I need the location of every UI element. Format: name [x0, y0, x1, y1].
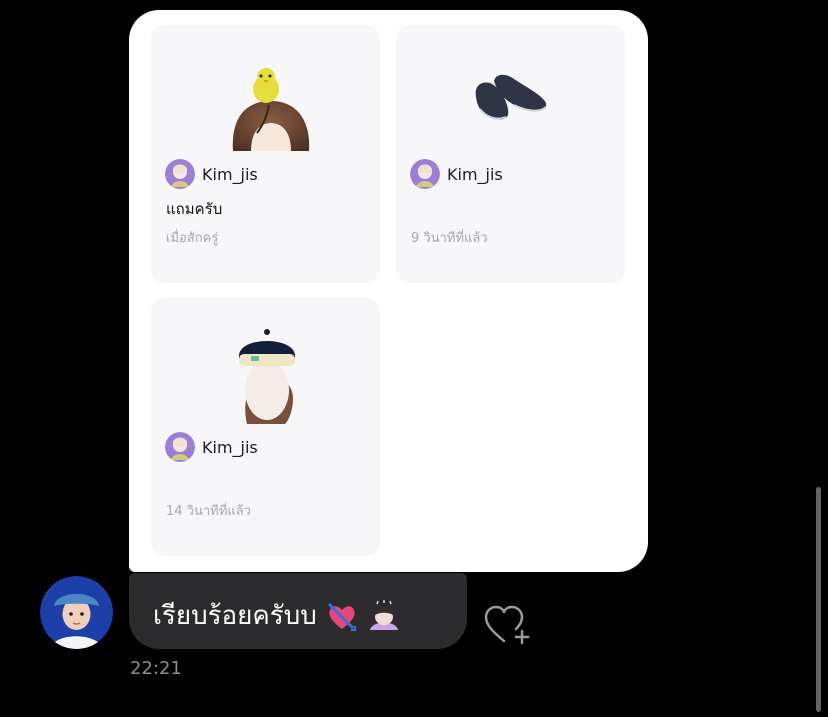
item-timestamp: 9 วินาทีที่แล้ว: [411, 231, 488, 246]
shared-items-panel: Kim_jis แถมครับ เมื่อสักครู่ Kim_jis 9 ว…: [129, 10, 648, 572]
item-caption: แถมครับ: [166, 200, 223, 218]
shoes-icon: [475, 74, 547, 120]
author-avatar[interactable]: [165, 432, 195, 462]
heart-arrow-icon: [327, 602, 357, 631]
cap-headband-icon: [239, 329, 295, 424]
message-text: เรียบร้อยครับบ: [153, 601, 317, 631]
author-name[interactable]: Kim_jis: [447, 165, 503, 184]
author-name[interactable]: Kim_jis: [202, 165, 258, 184]
item-card[interactable]: Kim_jis 14 วินาทีที่แล้ว: [151, 298, 380, 556]
item-timestamp: 14 วินาทีที่แล้ว: [166, 504, 251, 519]
item-card[interactable]: Kim_jis 9 วินาทีที่แล้ว: [396, 25, 625, 283]
sender-avatar[interactable]: [40, 576, 113, 649]
author-avatar[interactable]: [165, 159, 195, 189]
author-name[interactable]: Kim_jis: [202, 438, 258, 457]
heart-plus-icon[interactable]: [482, 603, 532, 647]
message-content: เรียบร้อยครับบ: [153, 595, 401, 636]
chat-screen: Kim_jis แถมครับ เมื่อสักครู่ Kim_jis 9 ว…: [0, 0, 828, 717]
message-bubble[interactable]: เรียบร้อยครับบ: [129, 573, 467, 649]
hair-with-chick-icon: [232, 68, 310, 151]
author-row[interactable]: Kim_jis: [165, 159, 258, 189]
message-time: 22:21: [130, 658, 182, 679]
item-timestamp: เมื่อสักครู่: [166, 231, 219, 246]
bowing-person-icon: [370, 599, 399, 630]
author-avatar[interactable]: [410, 159, 440, 189]
author-row[interactable]: Kim_jis: [165, 432, 258, 462]
scrollbar[interactable]: [816, 487, 821, 712]
item-card[interactable]: Kim_jis แถมครับ เมื่อสักครู่: [151, 25, 380, 283]
author-row[interactable]: Kim_jis: [410, 159, 503, 189]
